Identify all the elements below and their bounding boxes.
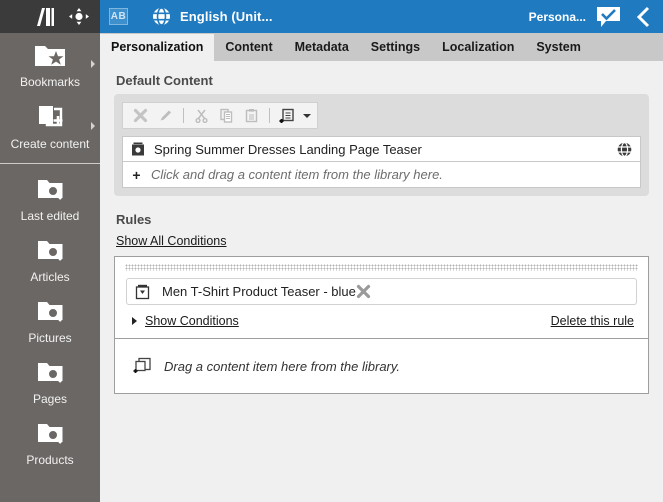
books-logo-icon[interactable] <box>37 7 59 26</box>
add-content-icon <box>133 357 152 375</box>
show-all-conditions-link[interactable]: Show All Conditions <box>116 234 226 248</box>
cut-button[interactable] <box>190 104 213 127</box>
default-content-panel: Spring Summer Dresses Landing Page Tease… <box>114 94 649 196</box>
chevron-left-icon[interactable] <box>635 6 651 28</box>
default-content-item-label: Spring Summer Dresses Landing Page Tease… <box>154 141 422 157</box>
add-new-button[interactable] <box>276 104 299 127</box>
tab-bar: Personalization Content Metadata Setting… <box>100 33 663 62</box>
toolbar-separator <box>183 108 184 123</box>
default-content-item[interactable]: Spring Summer Dresses Landing Page Tease… <box>122 136 641 162</box>
ab-badge-icon[interactable]: AB <box>109 8 128 25</box>
sidebar-item-create-content[interactable]: Create content <box>0 95 100 157</box>
edit-button[interactable] <box>154 104 177 127</box>
x-remove-icon[interactable] <box>356 284 371 299</box>
teaser-content-icon <box>131 142 145 157</box>
sidebar-item-label: Last edited <box>20 209 80 223</box>
sidebar-item-pages[interactable]: Pages <box>0 351 100 412</box>
folder-search-icon <box>33 237 67 264</box>
header-actions: Persona... <box>529 6 663 28</box>
tab-system[interactable]: System <box>525 34 591 61</box>
globe-icon[interactable] <box>617 141 632 157</box>
remove-button[interactable] <box>129 104 152 127</box>
show-conditions-link[interactable]: Show Conditions <box>145 314 239 328</box>
sidebar-item-last-edited[interactable]: Last edited <box>0 168 100 229</box>
move-navigate-icon[interactable] <box>69 8 89 25</box>
page-plus-icon <box>33 103 67 131</box>
sidebar-divider <box>0 163 100 164</box>
sidebar-item-label: Products <box>26 453 74 467</box>
rule-card: Men T-Shirt Product Teaser - blue Show C… <box>114 256 649 339</box>
rule-drag-handle[interactable] <box>125 264 638 271</box>
folder-search-icon <box>33 298 67 325</box>
sidebar-item-articles[interactable]: Articles <box>0 229 100 290</box>
sidebar-item-label: Pictures <box>28 331 72 345</box>
application-window: AB English (Unit... Persona... Bookmarks… <box>0 0 663 502</box>
content-toolbar <box>122 102 318 129</box>
chevron-right-icon[interactable] <box>91 60 95 68</box>
rules-dropzone[interactable]: Drag a content item here from the librar… <box>114 339 649 394</box>
sidebar-item-label: Articles <box>30 270 70 284</box>
persona-label: Persona... <box>528 9 586 24</box>
chevron-right-icon[interactable] <box>91 122 95 130</box>
default-content-title: Default Content <box>116 73 213 88</box>
folder-search-icon <box>33 359 67 386</box>
page-title: English (Unit... <box>180 9 273 24</box>
plus-icon: + <box>132 166 141 183</box>
page-header: AB English (Unit... Persona... <box>100 0 663 33</box>
tab-metadata[interactable]: Metadata <box>284 34 360 61</box>
delete-rule-link[interactable]: Delete this rule <box>551 314 634 328</box>
rule-content-item[interactable]: Men T-Shirt Product Teaser - blue <box>126 278 637 305</box>
grid-icon[interactable] <box>11 10 27 23</box>
global-toolbar <box>0 0 100 33</box>
rules-title: Rules <box>116 212 152 227</box>
tab-settings[interactable]: Settings <box>360 34 431 61</box>
chevron-right-icon[interactable] <box>132 317 137 325</box>
tab-content[interactable]: Content <box>214 34 283 61</box>
rule-content-item-label: Men T-Shirt Product Teaser - blue <box>162 284 356 299</box>
main-content: Default Content Spring Summer Dresses La… <box>100 61 663 502</box>
sidebar-item-bookmarks[interactable]: Bookmarks <box>0 33 100 95</box>
sidebar-item-pictures[interactable]: Pictures <box>0 290 100 351</box>
default-content-dropzone[interactable]: + Click and drag a content item from the… <box>122 162 641 188</box>
sidebar-item-label: Create content <box>10 137 90 151</box>
chevron-down-icon[interactable] <box>303 113 311 118</box>
folder-star-icon <box>33 41 67 69</box>
default-content-dropzone-label: Click and drag a content item from the l… <box>151 167 443 182</box>
teaser-content-icon <box>135 284 150 300</box>
sidebar-item-label: Pages <box>32 392 68 406</box>
sidebar-item-label: Bookmarks <box>19 75 81 89</box>
folder-search-icon <box>33 420 67 447</box>
tab-localization[interactable]: Localization <box>431 34 525 61</box>
toolbar-separator <box>269 108 270 123</box>
speech-bubble-check-icon[interactable] <box>596 6 621 28</box>
rule-footer: Show Conditions Delete this rule <box>132 314 634 328</box>
rules-dropzone-label: Drag a content item here from the librar… <box>164 358 401 374</box>
globe-icon[interactable] <box>152 7 171 26</box>
sidebar-item-products[interactable]: Products <box>0 412 100 473</box>
sidebar: Bookmarks Create content Last edited Art… <box>0 33 100 502</box>
copy-button[interactable] <box>215 104 238 127</box>
tab-personalization[interactable]: Personalization <box>100 34 215 61</box>
paste-button[interactable] <box>240 104 263 127</box>
folder-search-icon <box>33 176 67 203</box>
